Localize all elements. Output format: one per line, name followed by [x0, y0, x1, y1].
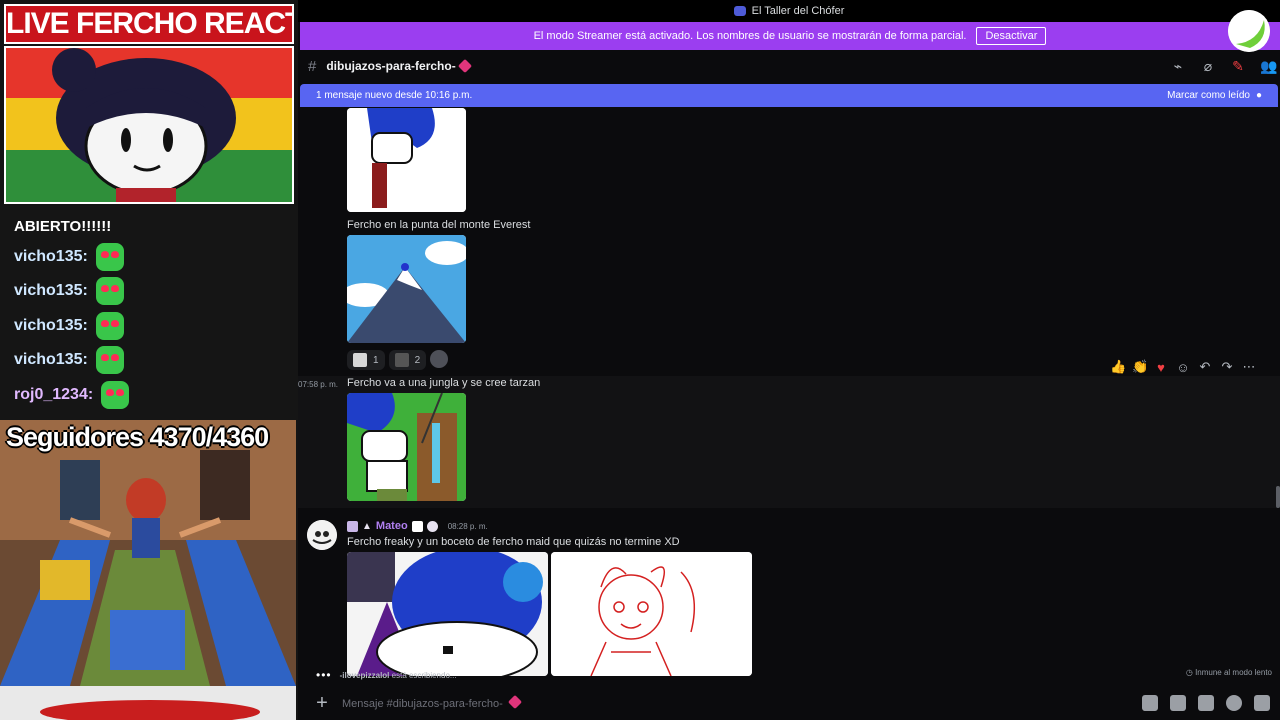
slowmode-immunity-label: ◷ Inmune al modo lento: [1186, 668, 1272, 677]
new-messages-text: 1 mensaje nuevo desde 10:16 p.m.: [316, 90, 473, 101]
reaction-count: 1: [373, 354, 379, 366]
apps-icon[interactable]: [1254, 695, 1270, 711]
message-caption: Fercho en la punta del monte Everest: [347, 219, 531, 231]
message-timestamp: 08:28 p. m.: [447, 521, 488, 531]
pink-gem-icon: [457, 58, 472, 74]
stream-chat: ABIERTO!!!!!! vicho135: vicho135: vicho1…: [0, 206, 298, 420]
reaction-bar: 1 2: [347, 350, 449, 370]
pin-icon[interactable]: ✎: [1230, 58, 1246, 74]
chat-line: roj0_1234:: [14, 380, 130, 410]
message-input-placeholder: Mensaje #dibujazos-para-fercho-: [342, 697, 503, 710]
webcam-avatar: [4, 46, 294, 204]
heart-eyes-emote-icon: [95, 277, 124, 305]
reply-icon[interactable]: ↶: [1198, 359, 1212, 375]
composer-toolbar: [1142, 695, 1270, 711]
message-composer: + Mensaje #dibujazos-para-fercho-: [298, 686, 1280, 720]
scrollbar-thumb[interactable]: [1276, 486, 1280, 508]
reaction-chip[interactable]: 1: [347, 350, 385, 370]
chat-line: vicho135:: [14, 276, 124, 306]
chat-username: vicho135:: [14, 351, 88, 368]
typing-dots-icon: •••: [316, 668, 332, 682]
cup-icon: [411, 520, 423, 532]
heart-icon[interactable]: ♥: [1154, 360, 1168, 375]
heart-eyes-emote-icon: [101, 381, 130, 409]
moon-icon: [426, 520, 438, 532]
drawing-emoji-icon: [353, 353, 367, 367]
attachment-image[interactable]: [551, 552, 752, 676]
reaction-chip[interactable]: 2: [388, 350, 427, 370]
add-reaction-icon[interactable]: ☺: [1176, 360, 1190, 375]
members-icon[interactable]: 👥: [1260, 58, 1277, 74]
streamer-avatar: [1228, 10, 1270, 52]
message-timestamp: 07:58 p. m.: [298, 380, 339, 389]
drawing-emoji-icon: [394, 353, 409, 367]
role-badge-icon: [347, 520, 358, 532]
gift-icon[interactable]: [1142, 695, 1158, 711]
channel-header: # dibujazos-para-fercho- ⌁ ⌀ ✎ 👥: [298, 52, 1280, 80]
chat-username: roj0_1234:: [14, 386, 94, 403]
header-toolbar: ⌁ ⌀ ✎ 👥: [1170, 58, 1278, 74]
heart-eyes-emote-icon: [95, 346, 124, 374]
window-titlebar: El Taller del Chófer: [298, 0, 1280, 22]
mark-read-icon: ●: [1255, 90, 1262, 101]
message-text: Fercho freaky y un boceto de fercho maid…: [347, 536, 680, 548]
gif-icon[interactable]: [1170, 695, 1186, 711]
attachment-image[interactable]: [347, 108, 466, 212]
mute-notifications-icon[interactable]: ⌀: [1200, 58, 1216, 74]
typing-user: -ilovepizzalol: [339, 670, 390, 680]
reaction-count: 2: [414, 354, 421, 366]
forward-icon[interactable]: ↷: [1220, 359, 1234, 375]
heart-eyes-emote-icon: [95, 312, 124, 340]
clap-icon[interactable]: 👏: [1132, 359, 1148, 375]
heart-eyes-emote-icon: [95, 243, 124, 271]
pink-gem-icon: [507, 694, 522, 709]
message-actions: 👍 👏 ♥ ☺ ↶ ↷ ⋯: [1110, 359, 1256, 375]
author-avatar[interactable]: [307, 520, 337, 550]
chat-username: vicho135:: [14, 317, 88, 334]
thumbs-up-icon[interactable]: 👍: [1110, 359, 1126, 375]
followers-counter: Seguidores 4370/4360: [6, 422, 269, 452]
add-reaction-icon[interactable]: [430, 350, 449, 368]
discord-window: El Taller del Chófer El modo Streamer es…: [298, 0, 1280, 720]
attachment-image[interactable]: [347, 393, 466, 501]
window-title: El Taller del Chófer: [751, 5, 845, 17]
attachment-image[interactable]: [347, 235, 466, 343]
upload-plus-button[interactable]: +: [302, 692, 342, 715]
channel-name[interactable]: dibujazos-para-fercho-: [326, 59, 455, 73]
attachment-image[interactable]: [347, 552, 548, 676]
mark-as-read-label: Marcar como leído: [1167, 90, 1250, 101]
message-author-line: ▲ Mateo 08:28 p. m.: [347, 520, 488, 532]
message-text: Fercho va a una jungla y se cree tarzan: [347, 377, 541, 389]
more-icon[interactable]: ⋯: [1242, 359, 1256, 375]
chat-username: vicho135:: [14, 282, 88, 299]
chat-line: vicho135:: [14, 242, 124, 272]
emoji-icon[interactable]: [1226, 695, 1242, 711]
chat-line: vicho135:: [14, 311, 124, 341]
typing-indicator: ••• -ilovepizzalol está escribiendo...: [316, 668, 457, 682]
author-name[interactable]: Mateo: [376, 520, 408, 532]
chat-line: vicho135:: [14, 345, 124, 375]
message-input[interactable]: Mensaje #dibujazos-para-fercho-: [342, 694, 1142, 710]
hash-icon: #: [308, 57, 317, 75]
overlay-bottom-strip: [0, 686, 296, 720]
deactivate-streamer-button[interactable]: Desactivar: [976, 27, 1047, 45]
stream-overlay: LIVE FERCHO REACTION ABIERTO!!!!!! vicho…: [0, 0, 298, 720]
threads-icon[interactable]: ⌁: [1170, 58, 1186, 74]
sticker-icon[interactable]: [1198, 695, 1214, 711]
slowmode-text: Inmune al modo lento: [1195, 668, 1272, 677]
chat-message-cut: ABIERTO!!!!!!: [14, 218, 112, 235]
potion-icon: ▲: [362, 520, 372, 532]
streamer-banner-text: El modo Streamer está activado. Los nomb…: [533, 30, 967, 42]
discord-icon: [733, 6, 746, 16]
new-messages-bar[interactable]: 1 mensaje nuevo desde 10:16 p.m. Marcar …: [300, 84, 1278, 107]
streamer-mode-banner: El modo Streamer está activado. Los nomb…: [300, 22, 1280, 50]
clock-icon: ◷: [1185, 668, 1193, 677]
typing-suffix: está escribiendo...: [391, 670, 457, 680]
chat-username: vicho135:: [14, 248, 88, 265]
gameplay-video: Seguidores 4370/4360: [0, 420, 296, 686]
mark-as-read-button[interactable]: Marcar como leído ●: [1167, 90, 1262, 101]
live-title: LIVE FERCHO REACTION: [4, 4, 294, 44]
